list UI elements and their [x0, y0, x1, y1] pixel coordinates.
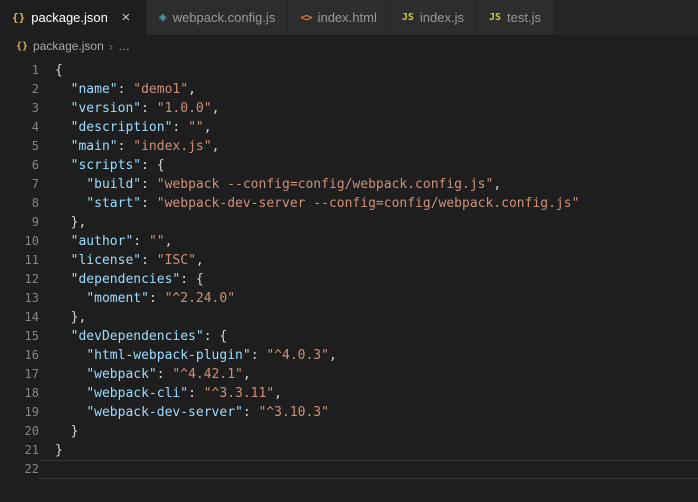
line-number: 19: [24, 405, 39, 419]
tab-package-json[interactable]: {} package.json ×: [0, 0, 147, 35]
breadcrumb-more[interactable]: …: [118, 39, 130, 53]
line-number: 18: [24, 386, 39, 400]
chevron-right-icon: ›: [108, 38, 114, 54]
line-number: 1: [31, 63, 39, 77]
line-number: 21: [24, 443, 39, 457]
code-line[interactable]: 3 "version": "1.0.0",: [0, 99, 698, 118]
line-number: 14: [24, 310, 39, 324]
editor-tab-bar: {} package.json × ◈ webpack.config.js <> index…: [0, 0, 698, 35]
breadcrumb: {} package.json › …: [0, 35, 698, 57]
vscode-window: {} package.json × ◈ webpack.config.js <> index…: [0, 0, 698, 502]
code-text: "devDependencies": {: [70, 329, 228, 344]
code-editor[interactable]: 1{2 "name": "demo1", 3 "version": "1.0.0"…: [0, 57, 698, 502]
line-number: 8: [31, 196, 39, 210]
code-line[interactable]: 14 },: [0, 308, 698, 327]
code-text: "webpack": "^4.42.1",: [86, 367, 251, 382]
code-text: "webpack-dev-server": "^3.10.3": [86, 405, 329, 420]
html-file-icon: <>: [300, 11, 312, 24]
line-number: 4: [31, 120, 39, 134]
code-line[interactable]: 4 "description": "",: [0, 118, 698, 137]
js-file-icon: JS: [488, 12, 501, 23]
code-line[interactable]: 12 "dependencies": {: [0, 270, 698, 289]
code-text: },: [55, 310, 87, 325]
tab-webpack-config-js[interactable]: ◈ webpack.config.js: [146, 0, 289, 35]
js-file-icon: JS: [401, 12, 414, 23]
line-number: 16: [24, 348, 39, 362]
code-line[interactable]: 9 },: [0, 213, 698, 232]
code-line[interactable]: 13 "moment": "^2.24.0": [0, 289, 698, 308]
code-line[interactable]: 6 "scripts": {: [0, 156, 698, 175]
code-text: "dependencies": {: [70, 272, 204, 287]
code-text: "description": "",: [70, 120, 212, 135]
tab-label: package.json: [31, 10, 108, 25]
code-text: "license": "ISC",: [70, 253, 204, 268]
code-text: "version": "1.0.0",: [70, 101, 220, 116]
line-number: 12: [24, 272, 39, 286]
tab-label: webpack.config.js: [172, 10, 276, 25]
tab-label: test.js: [507, 10, 541, 25]
breadcrumb-file[interactable]: package.json: [33, 39, 104, 53]
code-text: "start": "webpack-dev-server --config=co…: [86, 196, 580, 211]
code-text: "name": "demo1",: [70, 82, 196, 97]
code-line[interactable]: 2 "name": "demo1",: [0, 80, 698, 99]
code-text: }: [55, 424, 79, 439]
line-number: 17: [24, 367, 39, 381]
tab-label: index.js: [419, 10, 464, 25]
close-tab-icon[interactable]: ×: [118, 9, 134, 26]
line-number: 15: [24, 329, 39, 343]
line-number: 22: [24, 462, 39, 476]
code-line[interactable]: 18 "webpack-cli": "^3.3.11",: [0, 384, 698, 403]
code-line[interactable]: 17 "webpack": "^4.42.1",: [0, 365, 698, 384]
code-text: "author": "",: [70, 234, 173, 249]
code-text: },: [55, 215, 87, 230]
code-line[interactable]: 8 "start": "webpack-dev-server --config=…: [0, 194, 698, 213]
tab-index-html[interactable]: <> index.html: [288, 0, 390, 35]
line-number: 3: [31, 101, 39, 115]
code-text: "webpack-cli": "^3.3.11",: [86, 386, 282, 401]
line-number: 9: [31, 215, 39, 229]
code-line[interactable]: 21}: [0, 441, 698, 460]
code-line[interactable]: 10 "author": "",: [0, 232, 698, 251]
json-file-icon: {}: [12, 11, 26, 24]
code-line[interactable]: 15 "devDependencies": {: [0, 327, 698, 346]
tab-test-js[interactable]: JS test.js: [476, 0, 554, 35]
line-number: 5: [31, 139, 39, 153]
code-line[interactable]: 22: [0, 460, 698, 479]
line-number: 11: [24, 253, 39, 267]
line-number: 7: [31, 177, 39, 191]
code-text: }: [55, 443, 63, 458]
code-line[interactable]: 20 }: [0, 422, 698, 441]
webpack-file-icon: ◈: [158, 10, 167, 25]
code-text: "moment": "^2.24.0": [86, 291, 236, 306]
code-line[interactable]: 5 "main": "index.js",: [0, 137, 698, 156]
json-file-icon: {}: [16, 40, 29, 52]
line-number: 13: [24, 291, 39, 305]
code-text: "build": "webpack --config=config/webpac…: [86, 177, 502, 192]
code-text: {: [55, 63, 63, 78]
code-line[interactable]: 11 "license": "ISC",: [0, 251, 698, 270]
code-line[interactable]: 1{: [0, 61, 698, 80]
line-number: 20: [24, 424, 39, 438]
code-text: "scripts": {: [70, 158, 165, 173]
code-line[interactable]: 16 "html-webpack-plugin": "^4.0.3",: [0, 346, 698, 365]
tab-label: index.html: [317, 10, 377, 25]
tab-index-js[interactable]: JS index.js: [389, 0, 477, 35]
line-number: 6: [31, 158, 39, 172]
code-line[interactable]: 19 "webpack-dev-server": "^3.10.3": [0, 403, 698, 422]
code-text: "main": "index.js",: [70, 139, 220, 154]
line-number: 2: [31, 82, 39, 96]
code-text: "html-webpack-plugin": "^4.0.3",: [86, 348, 337, 363]
code-line[interactable]: 7 "build": "webpack --config=config/webp…: [0, 175, 698, 194]
line-number: 10: [24, 234, 39, 248]
